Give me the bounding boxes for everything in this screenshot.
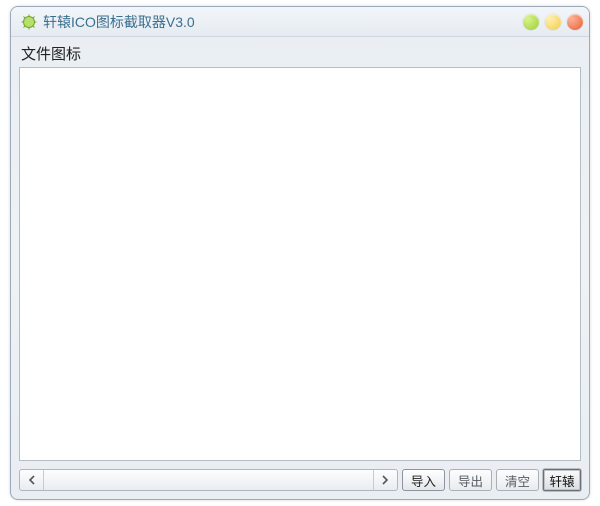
clear-button[interactable]: 清空	[496, 469, 539, 491]
client-area: 文件图标	[11, 37, 589, 463]
scroll-right-button[interactable]	[373, 470, 397, 490]
panel-label: 文件图标	[19, 41, 581, 66]
import-button[interactable]: 导入	[402, 469, 445, 491]
window-controls	[523, 14, 583, 30]
minimize-button[interactable]	[523, 14, 539, 30]
window-title: 轩辕ICO图标截取器V3.0	[43, 12, 523, 32]
app-window: 轩辕ICO图标截取器V3.0 文件图标 导入 导出 清空 轩辕	[10, 6, 590, 500]
icon-list-area[interactable]	[19, 67, 581, 461]
scrollbar-track[interactable]	[44, 470, 373, 490]
brand-button[interactable]: 轩辕	[543, 469, 581, 491]
export-button[interactable]: 导出	[449, 469, 492, 491]
horizontal-scrollbar[interactable]	[19, 469, 398, 491]
maximize-button[interactable]	[545, 14, 561, 30]
close-button[interactable]	[567, 14, 583, 30]
scroll-left-button[interactable]	[20, 470, 44, 490]
titlebar[interactable]: 轩辕ICO图标截取器V3.0	[11, 7, 589, 37]
bottom-bar: 导入 导出 清空 轩辕	[11, 463, 589, 499]
app-icon	[21, 14, 37, 30]
